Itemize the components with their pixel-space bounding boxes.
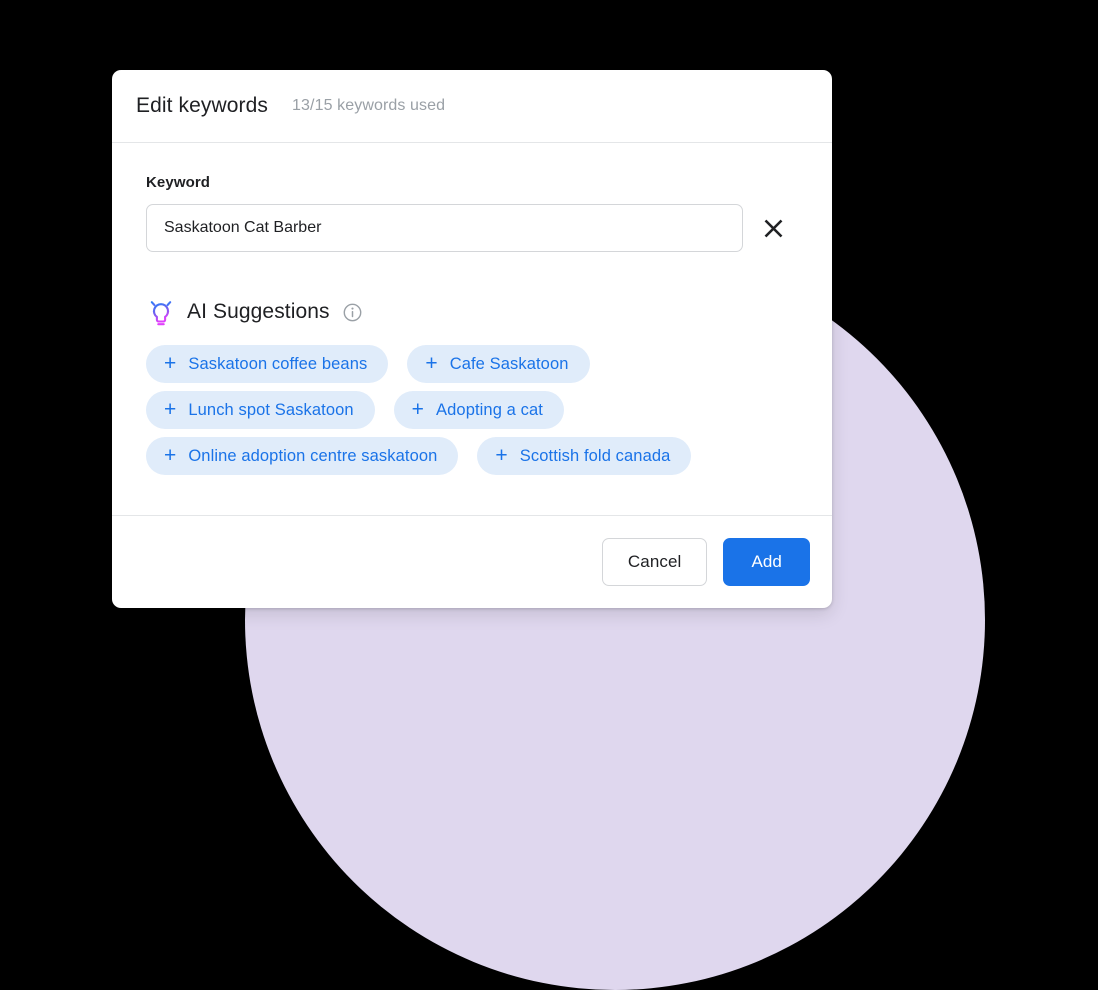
keyword-input[interactable]	[146, 204, 744, 252]
plus-icon: +	[164, 443, 177, 467]
keyword-input-row	[146, 204, 798, 252]
close-icon	[761, 216, 786, 241]
ai-suggestions-title: AI Suggestions	[187, 300, 330, 323]
dialog-footer: Cancel Add	[112, 515, 832, 608]
ai-suggestions-header: AI Suggestions	[146, 296, 798, 328]
add-button[interactable]: Add	[723, 538, 810, 586]
plus-icon: +	[411, 397, 425, 421]
suggestion-chip[interactable]: + Adopting a cat	[393, 391, 564, 429]
suggestion-chip[interactable]: + Scottish fold canada	[477, 437, 692, 475]
lightbulb-icon	[146, 296, 176, 328]
suggestion-chip-label: Adopting a cat	[436, 400, 543, 419]
keyword-usage-counter: 13/15 keywords used	[292, 97, 446, 114]
dialog-body: Keyword Saskatoon Cat Barber AI Suggesti…	[112, 143, 832, 515]
dialog-header: Edit keywords 13/15 keywords used	[112, 70, 832, 143]
ai-suggestions-section: AI Suggestions + Saskatoon coffee beans	[146, 296, 798, 475]
suggestion-chip-label: Online adoption centre saskatoon	[188, 446, 438, 465]
plus-icon: +	[495, 443, 508, 467]
suggestion-chip-row: + Online adoption centre saskatoon + Sco…	[146, 437, 798, 475]
suggestion-chip-row: + Saskatoon coffee beans + Cafe Saskatoo…	[146, 345, 798, 383]
suggestion-chip-label: Saskatoon coffee beans	[188, 354, 368, 373]
suggestion-chip[interactable]: + Online adoption centre saskatoon	[146, 437, 459, 475]
plus-icon: +	[164, 397, 177, 421]
cancel-button[interactable]: Cancel	[601, 538, 708, 586]
suggestion-chip-label: Lunch spot Saskatoon	[188, 400, 354, 419]
suggestion-chip-row: + Lunch spot Saskatoon + Adopting a cat	[146, 391, 798, 429]
suggestion-chip[interactable]: + Lunch spot Saskatoon	[146, 391, 375, 429]
plus-icon: +	[164, 351, 177, 375]
edit-keywords-dialog: Edit keywords 13/15 keywords used Keywor…	[112, 70, 832, 608]
plus-icon: +	[425, 351, 438, 375]
suggestion-chip-label: Scottish fold canada	[519, 446, 671, 465]
suggestion-chip-rows: + Saskatoon coffee beans + Cafe Saskatoo…	[146, 345, 798, 475]
suggestion-chip[interactable]: + Saskatoon coffee beans	[146, 345, 389, 383]
info-icon[interactable]	[343, 303, 362, 322]
clear-keyword-button[interactable]	[748, 204, 798, 252]
suggestion-chip-label: Cafe Saskatoon	[449, 354, 569, 373]
suggestion-chip[interactable]: + Cafe Saskatoon	[407, 345, 590, 383]
keyword-field-label: Keyword	[146, 174, 211, 191]
page-title: Edit keywords	[136, 94, 269, 117]
